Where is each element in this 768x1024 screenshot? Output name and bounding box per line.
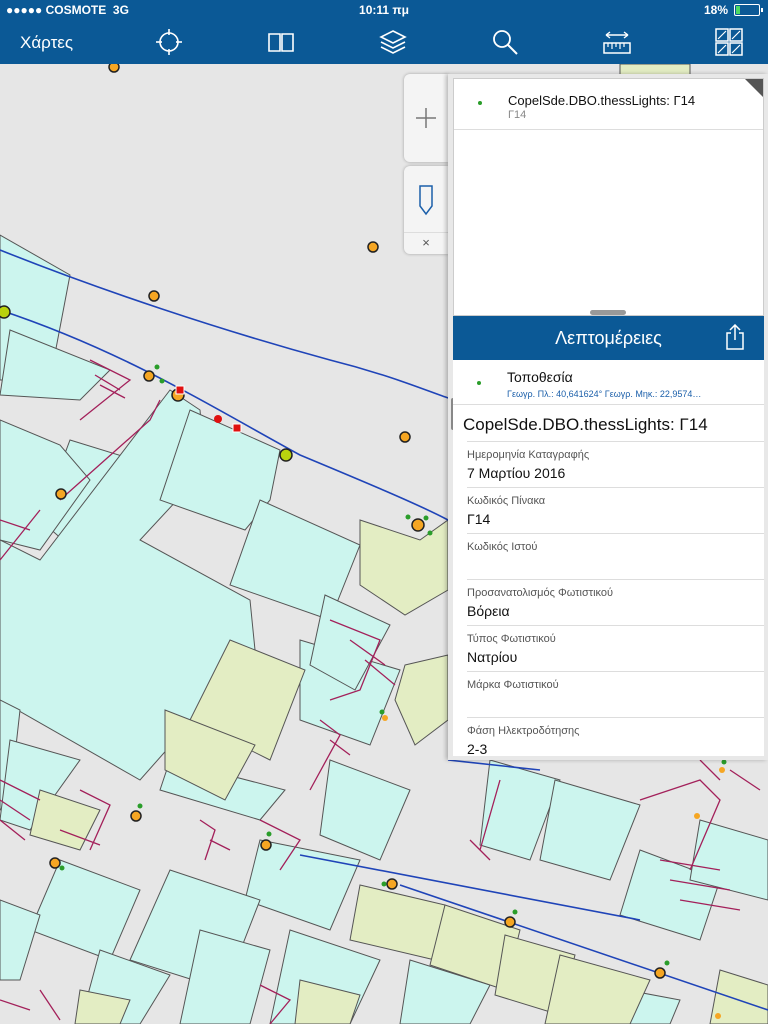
basemap-gallery-icon[interactable] xyxy=(714,27,744,57)
top-bar: ●●●●● COSMOTE 3G 10:11 πμ 18% Χάρτες xyxy=(0,0,768,64)
battery-status: 18% xyxy=(703,3,763,17)
search-icon[interactable] xyxy=(490,27,520,57)
locate-icon[interactable] xyxy=(154,27,184,57)
attribute-label: Ημερομηνία Καταγραφής xyxy=(467,449,590,461)
feature-symbol-icon xyxy=(478,101,482,105)
attribute-label: Φάση Ηλεκτροδότησης xyxy=(467,725,580,737)
sketch-control[interactable]: × xyxy=(404,166,448,254)
attribute-value: 2-3 xyxy=(467,741,488,756)
attribute-value: Γ14 xyxy=(467,511,491,527)
attribute-row: Τύπος Φωτιστικού Νατρίου xyxy=(467,625,764,671)
battery-icon xyxy=(734,4,763,16)
share-icon[interactable] xyxy=(724,324,746,350)
details-header: Λεπτομέρειες xyxy=(453,316,764,360)
attribute-label: Τύπος Φωτιστικού xyxy=(467,633,556,645)
attribute-label: Κωδικός Πίνακα xyxy=(467,495,546,507)
result-subtitle: Γ14 xyxy=(508,109,527,121)
feature-title: CopelSde.DBO.thessLights: Γ14 xyxy=(463,415,708,434)
maps-button[interactable]: Χάρτες xyxy=(20,33,73,53)
attribute-label: Κωδικός Ιστού xyxy=(467,541,538,553)
pin-icon[interactable] xyxy=(404,166,448,232)
location-coords: Γεωγρ. Πλ.: 40,641624° Γεωγρ. Μηκ.: 22,9… xyxy=(507,389,702,399)
attribute-row: Ημερομηνία Καταγραφής 7 Μαρτίου 2016 xyxy=(467,441,764,487)
dismiss-button[interactable]: × xyxy=(404,232,448,250)
zoom-in-icon[interactable] xyxy=(404,74,448,162)
attribute-label: Μάρκα Φωτιστικού xyxy=(467,679,559,691)
identify-panel: CopelSde.DBO.thessLights: Γ14 Γ14 Λεπτομ… xyxy=(448,74,768,760)
attribute-row: Κωδικός Πίνακα Γ14 xyxy=(467,487,764,533)
attribute-value: Βόρεια xyxy=(467,603,510,619)
details-panel: Λεπτομέρειες Τοποθεσία Γεωγρ. Πλ.: 40,64… xyxy=(453,316,764,756)
bookmarks-icon[interactable] xyxy=(266,27,296,57)
layers-icon[interactable] xyxy=(378,27,408,57)
attribute-row: Κωδικός Ιστού xyxy=(467,533,764,579)
resize-handle[interactable] xyxy=(590,310,626,315)
attribute-value: Νατρίου xyxy=(467,649,518,665)
toolbar: Χάρτες xyxy=(0,20,768,64)
location-symbol-icon xyxy=(477,381,481,385)
attribute-label: Προσανατολισμός Φωτιστικού xyxy=(467,587,614,599)
status-bar: ●●●●● COSMOTE 3G 10:11 πμ 18% xyxy=(0,0,768,20)
attribute-row: Προσανατολισμός Φωτιστικού Βόρεια xyxy=(467,579,764,625)
clock: 10:11 πμ xyxy=(359,3,409,17)
result-title: CopelSde.DBO.thessLights: Γ14 xyxy=(508,93,696,108)
zoom-control[interactable] xyxy=(404,74,448,162)
result-item[interactable]: CopelSde.DBO.thessLights: Γ14 Γ14 xyxy=(454,79,763,130)
attribute-row: Φάση Ηλεκτροδότησης 2-3 xyxy=(467,717,764,756)
details-title: Λεπτομέρειες xyxy=(555,328,662,348)
battery-percent: 18% xyxy=(703,3,728,17)
location-row[interactable]: Τοποθεσία Γεωγρ. Πλ.: 40,641624° Γεωγρ. … xyxy=(453,360,764,405)
results-list: CopelSde.DBO.thessLights: Γ14 Γ14 xyxy=(453,78,764,316)
attribute-value: 7 Μαρτίου 2016 xyxy=(467,465,566,481)
battery-fill xyxy=(736,6,741,14)
measure-icon[interactable] xyxy=(602,27,632,57)
attribute-row: Μάρκα Φωτιστικού xyxy=(467,671,764,717)
location-label: Τοποθεσία xyxy=(507,369,573,385)
attribute-list: Ημερομηνία Καταγραφής 7 Μαρτίου 2016 Κωδικ… xyxy=(453,441,764,756)
